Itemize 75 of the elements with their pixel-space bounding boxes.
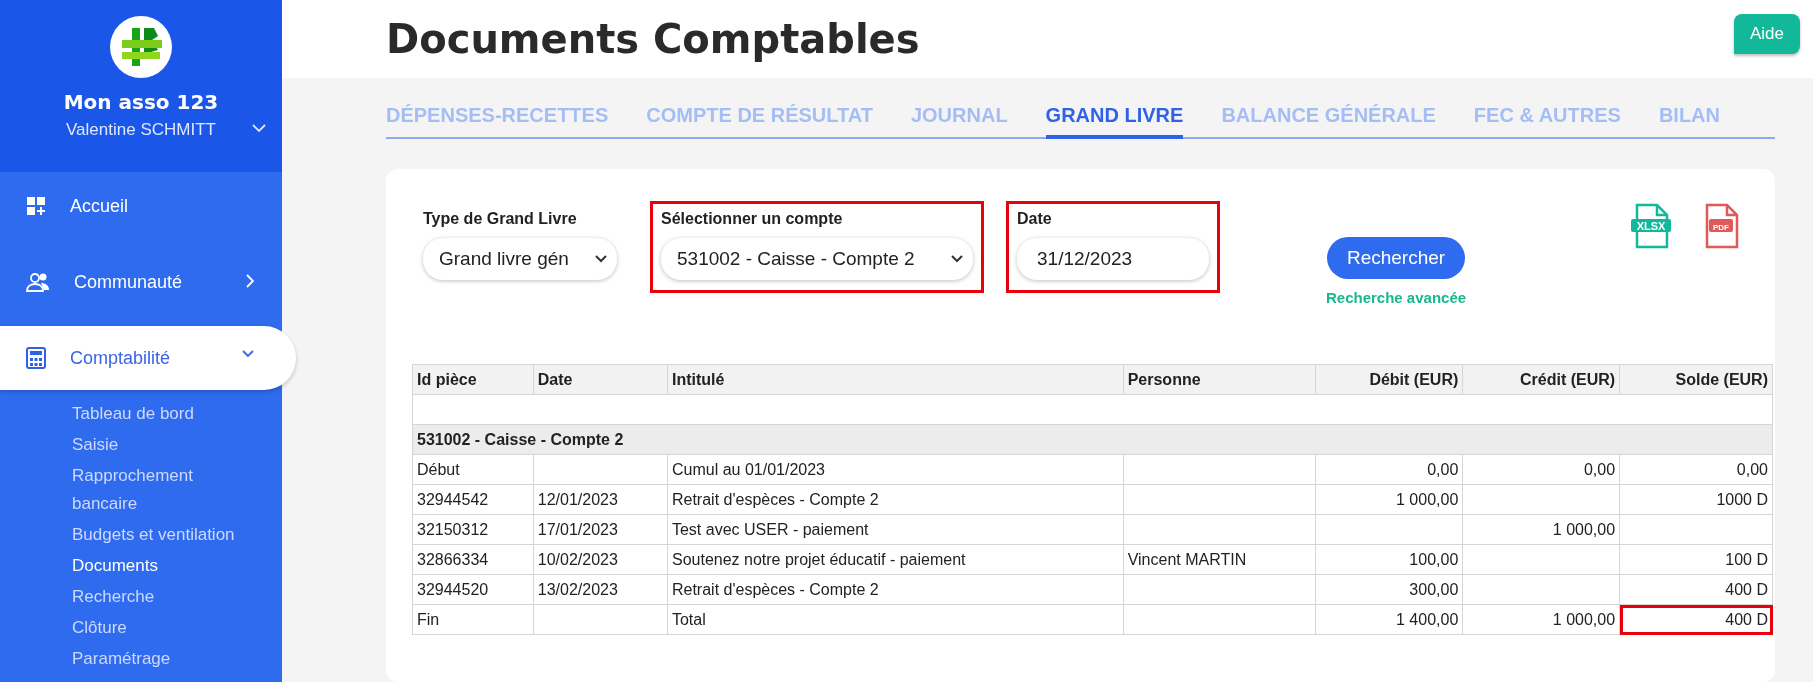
column-header: Date	[533, 364, 668, 395]
table-cell: 10/02/2023	[533, 544, 668, 575]
table-cell: 1 400,00	[1315, 604, 1463, 635]
date-field[interactable]: 31/12/2023	[1017, 238, 1209, 280]
help-button[interactable]: Aide	[1733, 14, 1800, 54]
table-cell: Total	[667, 604, 1124, 635]
advanced-search-link[interactable]: Recherche avancée	[1326, 289, 1467, 306]
tab[interactable]: COMPTE DE RÉSULTAT	[646, 100, 873, 139]
table-cell: 32150312	[412, 514, 534, 545]
column-header: Intitulé	[667, 364, 1124, 395]
calculator-icon	[26, 347, 46, 369]
table-cell: 400 D	[1619, 574, 1773, 605]
table-cell: Retrait d'espèces - Compte 2	[667, 574, 1124, 605]
submenu-item[interactable]: Tableau de bord	[72, 400, 252, 428]
submenu-item[interactable]: Documents	[72, 552, 252, 580]
field-label: Date	[1017, 210, 1053, 228]
column-header: Personne	[1123, 364, 1316, 395]
table-cell: 1000 D	[1619, 484, 1773, 515]
table-cell: 1 000,00	[1315, 484, 1463, 515]
field-label: Type de Grand Livre	[423, 210, 578, 228]
caret-icon	[595, 255, 607, 263]
submenu-item[interactable]: Budgets et ventilation	[72, 521, 252, 549]
menu-item[interactable]: Communauté	[0, 250, 282, 314]
logo-icon	[110, 16, 172, 78]
tab[interactable]: FEC & AUTRES	[1473, 100, 1621, 139]
table-cell: 100 D	[1619, 544, 1773, 575]
tab[interactable]: BALANCE GÉNÉRALE	[1221, 100, 1436, 139]
table-cell: 0,00	[1462, 454, 1620, 485]
table-cell: 300,00	[1315, 574, 1463, 605]
tab[interactable]: GRAND LIVRE	[1045, 100, 1184, 139]
table-cell: 1 000,00	[1462, 514, 1620, 545]
tab[interactable]: JOURNAL	[910, 100, 1008, 139]
tab[interactable]: BILAN	[1658, 100, 1720, 139]
table-cell: 32944542	[412, 484, 534, 515]
submenu-item[interactable]: Paramétrage	[72, 645, 252, 673]
column-header: Id pièce	[412, 364, 534, 395]
select-field[interactable]: Grand livre gén	[423, 238, 617, 280]
table-cell: 1 000,00	[1462, 604, 1620, 635]
column-header: Crédit (EUR)	[1462, 364, 1620, 395]
table-cell: Retrait d'espèces - Compte 2	[667, 484, 1124, 515]
organization-name: Mon asso 123	[63, 90, 219, 114]
table-cell: 32944520	[412, 574, 534, 605]
people-icon	[26, 272, 50, 292]
table-cell: Vincent MARTIN	[1123, 544, 1316, 575]
user-name: Valentine SCHMITT	[66, 120, 216, 140]
table-cell: Fin	[412, 604, 534, 635]
caret-icon	[951, 255, 963, 263]
table-cell: Test avec USER - paiement	[667, 514, 1124, 545]
select-field[interactable]: 531002 - Caisse - Compte 2	[661, 238, 973, 280]
tab[interactable]: DÉPENSES-RECETTES	[386, 100, 609, 139]
column-header: Débit (EUR)	[1315, 364, 1463, 395]
table-cell: Début	[412, 454, 534, 485]
menu-item[interactable]: Comptabilité	[0, 326, 296, 390]
submenu-item[interactable]: Rapprochement bancaire	[72, 462, 252, 518]
grid-icon	[26, 196, 46, 216]
table-cell: 32866334	[412, 544, 534, 575]
table-cell: Cumul au 01/01/2023	[667, 454, 1124, 485]
table-cell: Soutenez notre projet éducatif - paiement	[667, 544, 1124, 575]
submenu-item[interactable]: Clôture	[72, 614, 252, 642]
table-cell: 0,00	[1315, 454, 1463, 485]
table-cell: 0,00	[1619, 454, 1773, 485]
table-cell: 100,00	[1315, 544, 1463, 575]
column-header: Solde (EUR)	[1619, 364, 1773, 395]
chevron-down-icon[interactable]	[252, 124, 266, 133]
submenu-item[interactable]: Recherche	[72, 583, 252, 611]
table-cell: 12/01/2023	[533, 484, 668, 515]
submenu-item[interactable]: Saisie	[72, 431, 252, 459]
table-cell: 17/01/2023	[533, 514, 668, 545]
field-label: Sélectionner un compte	[661, 210, 844, 228]
group-row: 531002 - Caisse - Compte 2	[412, 424, 1773, 455]
page-title: Documents Comptables	[386, 16, 920, 62]
search-button[interactable]: Rechercher	[1326, 237, 1466, 279]
table-cell: 13/02/2023	[533, 574, 668, 605]
table-cell: 400 D	[1619, 604, 1773, 635]
menu-item[interactable]: Accueil	[0, 174, 282, 238]
